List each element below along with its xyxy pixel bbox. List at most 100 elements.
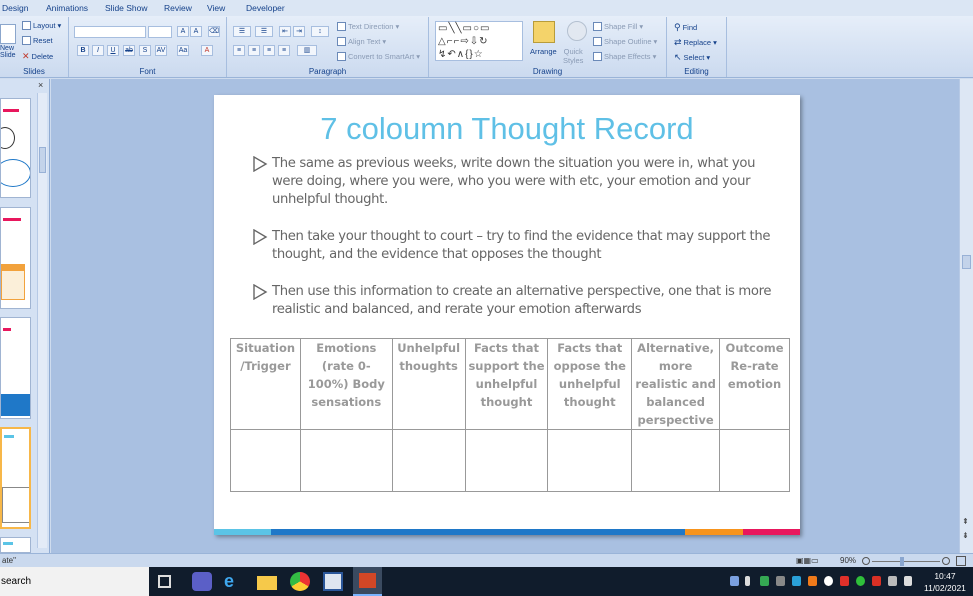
bullet-item[interactable]: Then take your thought to court – try to… (252, 228, 772, 264)
change-case-button[interactable]: Aa (177, 45, 189, 56)
table-header-cell[interactable]: Emotions (rate 0-100%) Body sensations (299, 338, 393, 430)
table-header-cell[interactable]: Alternative, more realistic and balanced… (631, 338, 721, 430)
increase-indent-button[interactable]: ⇥ (293, 26, 305, 37)
zoom-in-icon[interactable] (942, 557, 950, 565)
thumbnails-scrollbar[interactable] (37, 93, 47, 548)
font-size-combo[interactable] (148, 26, 172, 38)
microphone-icon[interactable] (745, 576, 750, 586)
next-slide-icon[interactable]: ⇟ (962, 531, 969, 541)
volume-icon[interactable] (904, 576, 912, 586)
bullet-item[interactable]: The same as previous weeks, write down t… (252, 155, 772, 209)
justify-button[interactable]: ≡ (278, 45, 290, 56)
teams-icon[interactable] (192, 572, 212, 591)
table-cell[interactable] (547, 429, 633, 492)
prev-slide-icon[interactable]: ⇞ (962, 517, 969, 527)
bullets-button[interactable]: ☰ (233, 26, 251, 37)
tray-app-icon[interactable] (760, 576, 769, 586)
taskbar-clock[interactable]: 10:47 11/02/2021 (924, 570, 966, 594)
table-header-cell[interactable]: Situation /Trigger (230, 338, 301, 430)
slide-thumbnail[interactable] (0, 207, 31, 309)
strike-button[interactable]: ab (123, 45, 135, 56)
arrange-button[interactable]: Arrange (530, 47, 557, 56)
align-left-button[interactable]: ≡ (233, 45, 245, 56)
char-spacing-button[interactable]: AV (155, 45, 167, 56)
columns-button[interactable]: ▥ (297, 45, 317, 56)
replace-button[interactable]: ⇄ Replace ▾ (674, 37, 717, 48)
tray-app-icon[interactable] (872, 576, 881, 586)
close-pane-icon[interactable]: × (38, 80, 43, 90)
zoom-out-icon[interactable] (862, 557, 870, 565)
edge-icon[interactable]: e (224, 572, 244, 591)
slide[interactable]: 7 coloumn Thought Record The same as pre… (214, 95, 800, 535)
tab-animations[interactable]: Animations (46, 3, 88, 13)
numbering-button[interactable]: ☰ (255, 26, 273, 37)
font-color-button[interactable]: A (201, 45, 213, 56)
tray-app-icon[interactable] (792, 576, 801, 586)
slide-thumbnail[interactable] (0, 317, 31, 419)
table-cell[interactable] (230, 429, 301, 492)
quick-styles-button[interactable]: Quick Styles (563, 47, 583, 65)
table-cell[interactable] (391, 429, 466, 492)
slide-thumbnail[interactable] (0, 98, 31, 198)
chrome-icon[interactable] (290, 572, 310, 591)
tab-review[interactable]: Review (164, 3, 192, 13)
tab-developer[interactable]: Developer (246, 3, 285, 13)
align-center-button[interactable]: ≡ (248, 45, 260, 56)
powerpoint-taskbar-item[interactable] (353, 567, 382, 596)
find-button[interactable]: ⚲ Find (674, 22, 697, 33)
notepad-icon[interactable] (323, 572, 343, 591)
text-direction-button[interactable]: Text Direction ▾ (337, 22, 399, 31)
new-slide-button[interactable]: New Slide (0, 45, 16, 59)
shapes-gallery[interactable]: ▭╲╲▭○▭ △⌐⌐⇨⇩↻ ↯↶∧{}☆ (435, 21, 523, 61)
slide-scrollbar[interactable]: ⇞ ⇟ (959, 79, 973, 553)
table-cell[interactable] (719, 429, 790, 492)
tab-view[interactable]: View (207, 3, 225, 13)
zoom-slider-thumb[interactable] (900, 557, 904, 566)
thumbnails-scroll-thumb[interactable] (39, 147, 46, 173)
view-buttons-icon[interactable]: ▣▦▭ (796, 556, 819, 565)
zoom-level[interactable]: 90% (840, 556, 856, 565)
bold-button[interactable]: B (77, 45, 89, 56)
shape-fill-button[interactable]: Shape Fill ▾ (593, 22, 643, 31)
tab-slide-show[interactable]: Slide Show (105, 3, 148, 13)
layout-button[interactable]: Layout ▾ (22, 21, 61, 30)
align-text-button[interactable]: Align Text ▾ (337, 37, 386, 46)
select-button[interactable]: ↖ Select ▾ (674, 52, 710, 63)
table-header-cell[interactable]: Facts that support the unhelpful thought (464, 338, 549, 430)
clear-format-button[interactable]: ⌫ (208, 26, 220, 37)
tray-app-icon[interactable] (824, 576, 833, 586)
bullet-item[interactable]: Then use this information to create an a… (252, 283, 772, 319)
tray-app-icon[interactable] (730, 576, 739, 586)
slide-thumbnail-selected[interactable] (0, 427, 31, 529)
table-cell[interactable] (299, 429, 393, 492)
font-name-combo[interactable] (74, 26, 146, 38)
align-right-button[interactable]: ≡ (263, 45, 275, 56)
shape-outline-button[interactable]: Shape Outline ▾ (593, 37, 657, 46)
tray-app-icon[interactable] (840, 576, 849, 586)
fit-to-window-icon[interactable] (956, 556, 966, 566)
network-icon[interactable] (888, 576, 897, 586)
table-header-cell[interactable]: Outcome Re-rate emotion (719, 338, 790, 430)
file-explorer-icon[interactable] (257, 576, 277, 590)
table-header-cell[interactable]: Unhelpful thoughts (391, 338, 466, 430)
italic-button[interactable]: I (92, 45, 104, 56)
grow-font-button[interactable]: A (177, 26, 189, 37)
table-cell[interactable] (464, 429, 549, 492)
delete-button[interactable]: ✕ Delete (22, 51, 53, 62)
taskbar-search[interactable]: search (0, 567, 149, 596)
thought-record-table[interactable]: Situation /Trigger Emotions (rate 0-100%… (230, 338, 790, 492)
slide-thumbnail[interactable] (0, 537, 31, 553)
reset-button[interactable]: Reset (22, 36, 53, 45)
tab-design[interactable]: Design (2, 3, 28, 13)
shrink-font-button[interactable]: A (190, 26, 202, 37)
decrease-indent-button[interactable]: ⇤ (279, 26, 291, 37)
task-view-icon[interactable] (158, 575, 171, 588)
shadow-button[interactable]: S (139, 45, 151, 56)
tray-app-icon[interactable] (776, 576, 785, 586)
underline-button[interactable]: U (107, 45, 119, 56)
line-spacing-button[interactable]: ↕ (311, 26, 329, 37)
slide-title[interactable]: 7 coloumn Thought Record (214, 111, 800, 147)
slide-scroll-thumb[interactable] (962, 255, 971, 269)
table-header-cell[interactable]: Facts that oppose the unhelpful thought (547, 338, 633, 430)
tray-app-icon[interactable] (856, 576, 865, 586)
